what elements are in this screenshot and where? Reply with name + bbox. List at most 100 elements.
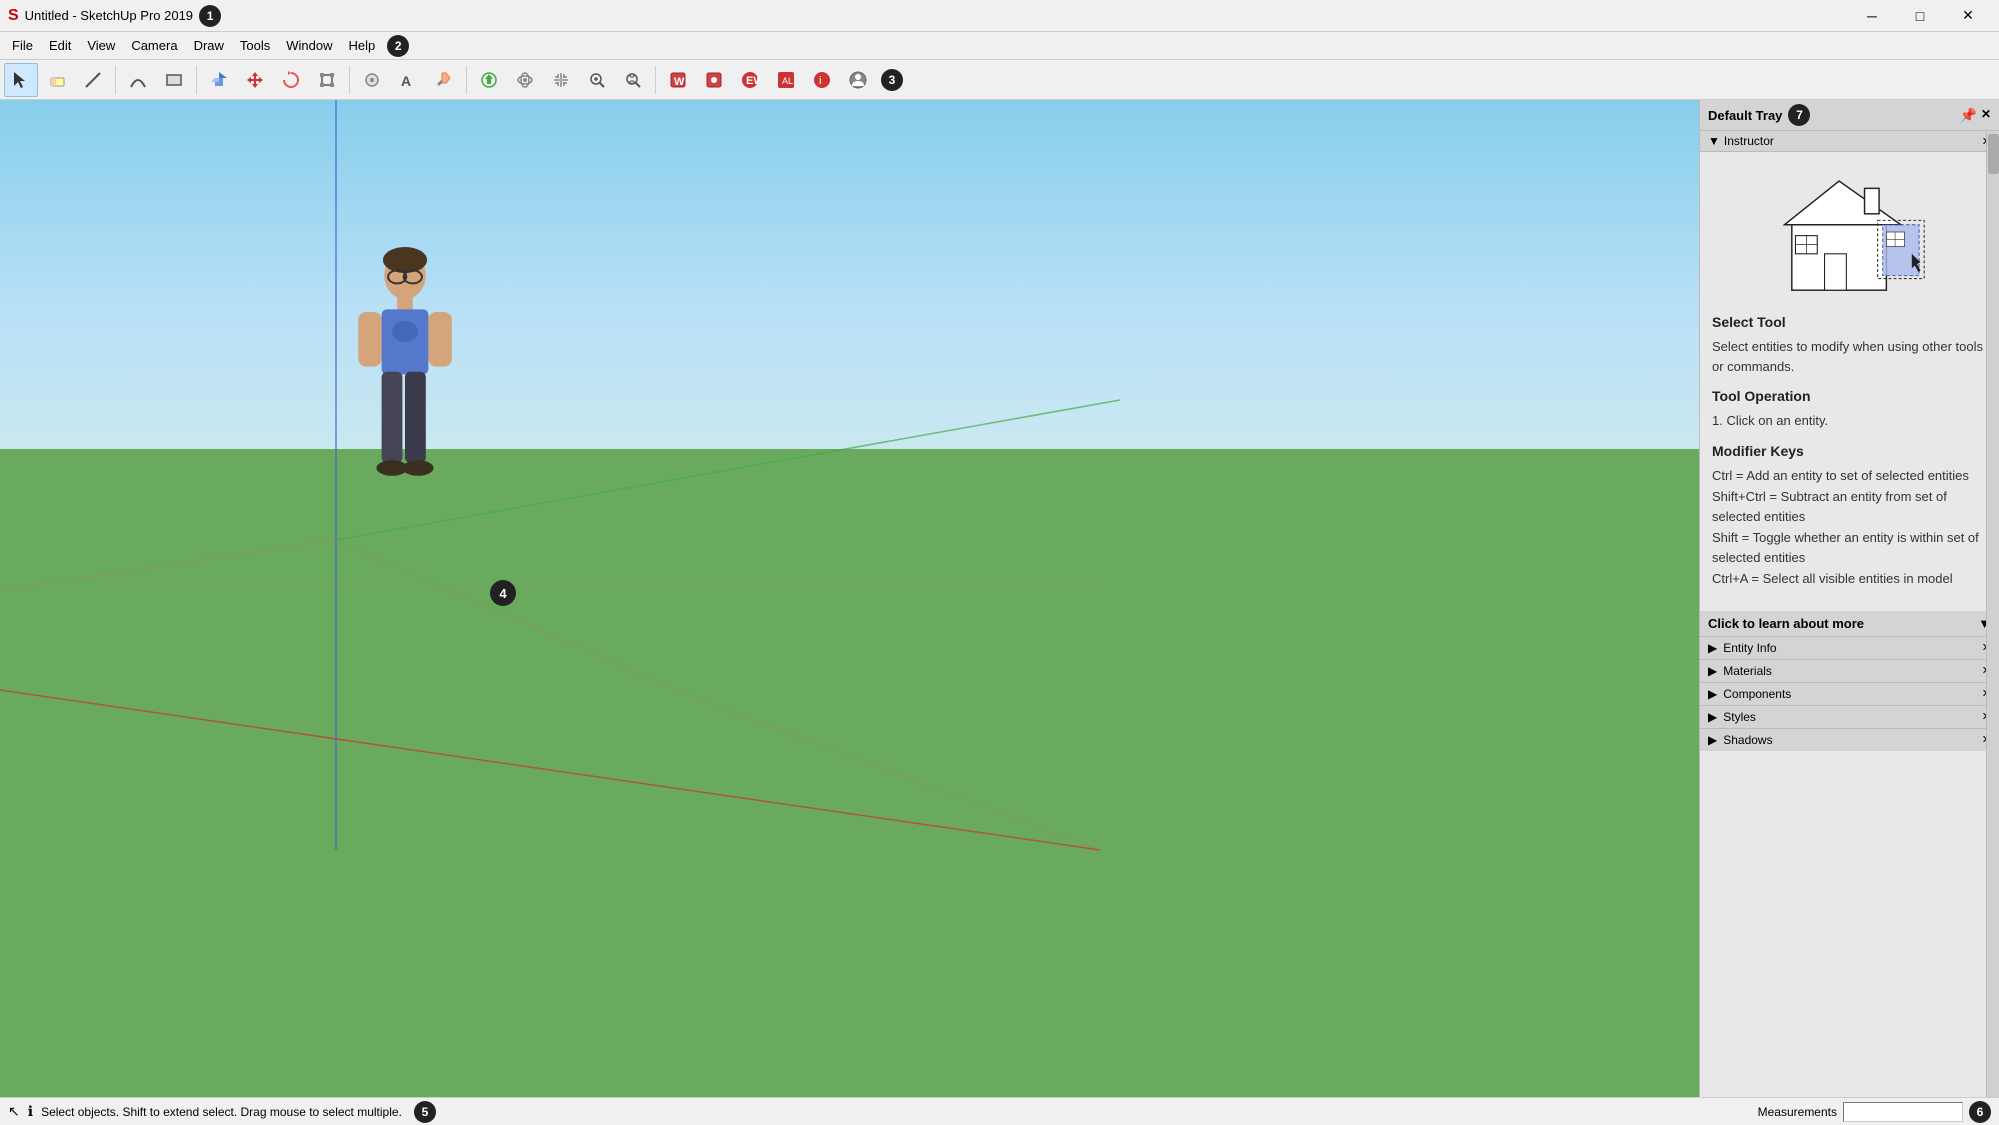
components-arrow: ▶: [1708, 687, 1717, 701]
measurements-input[interactable]: [1843, 1102, 1963, 1122]
walk-tool-button[interactable]: W: [661, 63, 695, 97]
extension-warehouse-button[interactable]: EW: [733, 63, 767, 97]
default-tray-header: Default Tray 7 📌 ✕: [1700, 100, 1999, 131]
sky: [0, 100, 1699, 449]
model-info-button[interactable]: i: [805, 63, 839, 97]
instructor-collapse-icon[interactable]: ▼: [1708, 134, 1720, 148]
select-tool-image: [1712, 162, 1987, 302]
arc-tool-button[interactable]: [121, 63, 155, 97]
menu-help[interactable]: Help: [341, 36, 384, 55]
select-tool-button[interactable]: [4, 63, 38, 97]
orbit-tool-button[interactable]: [508, 63, 542, 97]
pushpull-tool-button[interactable]: [202, 63, 236, 97]
add-location-button[interactable]: AL: [769, 63, 803, 97]
entity-info-label: Entity Info: [1723, 641, 1776, 655]
close-button[interactable]: ✕: [1945, 0, 1991, 32]
toolbar-separator-4: [466, 66, 467, 94]
zoom-tool-button[interactable]: [580, 63, 614, 97]
menu-view[interactable]: View: [79, 36, 123, 55]
svg-text:AL: AL: [782, 76, 793, 86]
titlebar-left: S Untitled - SketchUp Pro 2019 1: [8, 5, 221, 27]
statusbar: ↖ ℹ Select objects. Shift to extend sele…: [0, 1097, 1999, 1125]
menu-file[interactable]: File: [4, 36, 41, 55]
toolbar-separator-5: [655, 66, 656, 94]
default-tray-label: Default Tray: [1708, 108, 1782, 123]
text-tool-button[interactable]: A: [391, 63, 425, 97]
eraser-tool-button[interactable]: [40, 63, 74, 97]
tray-close-icon[interactable]: ✕: [1981, 107, 1991, 124]
profile-button[interactable]: [841, 63, 875, 97]
shape-tool-button[interactable]: [157, 63, 191, 97]
styles-arrow: ▶: [1708, 710, 1717, 724]
paint-tool-button[interactable]: [427, 63, 461, 97]
tool-operation-title: Tool Operation: [1712, 386, 1987, 407]
maximize-button[interactable]: □: [1897, 0, 1943, 32]
tool-operation-step: 1. Click on an entity.: [1712, 411, 1987, 431]
instructor-label: Instructor: [1724, 134, 1774, 148]
menu-edit[interactable]: Edit: [41, 36, 79, 55]
styles-label: Styles: [1723, 710, 1756, 724]
shadows-left: ▶ Shadows: [1708, 733, 1773, 747]
move-tool-button[interactable]: [238, 63, 272, 97]
components-section[interactable]: ▶ Components ✕: [1700, 682, 1999, 705]
pan-tool-button[interactable]: [544, 63, 578, 97]
ground: [0, 449, 1699, 1097]
scrollbar-thumb[interactable]: [1988, 134, 1999, 174]
click-to-learn-button[interactable]: Click to learn about more ▼: [1700, 611, 1999, 636]
modifier-key-1: Ctrl = Add an entity to set of selected …: [1712, 466, 1987, 486]
menu-camera[interactable]: Camera: [123, 36, 185, 55]
shadows-label: Shadows: [1723, 733, 1772, 747]
entity-info-arrow: ▶: [1708, 641, 1717, 655]
rotate-tool-button[interactable]: [274, 63, 308, 97]
shadows-arrow: ▶: [1708, 733, 1717, 747]
components-tool-button[interactable]: [472, 63, 506, 97]
camera-tool-button[interactable]: [697, 63, 731, 97]
modifier-key-4: Ctrl+A = Select all visible entities in …: [1712, 569, 1987, 589]
select-tool-title: Select Tool: [1712, 312, 1987, 333]
entity-info-section[interactable]: ▶ Entity Info ✕: [1700, 636, 1999, 659]
zoom-extents-button[interactable]: [616, 63, 650, 97]
svg-text:i: i: [819, 75, 821, 87]
toolbar-separator-3: [349, 66, 350, 94]
styles-left: ▶ Styles: [1708, 710, 1756, 724]
badge-1: 1: [199, 5, 221, 27]
materials-arrow: ▶: [1708, 664, 1717, 678]
materials-left: ▶ Materials: [1708, 664, 1772, 678]
components-label: Components: [1723, 687, 1791, 701]
main-area: 4 Default Tray 7 📌 ✕ ▼ Instructor ✕: [0, 100, 1999, 1097]
shadows-section[interactable]: ▶ Shadows ✕: [1700, 728, 1999, 751]
toolbar-separator-1: [115, 66, 116, 94]
status-info-icon: ℹ: [28, 1103, 33, 1120]
status-select-icon: ↖: [8, 1103, 20, 1120]
viewport[interactable]: 4: [0, 100, 1699, 1097]
statusbar-right: Measurements 6: [1758, 1101, 1991, 1123]
measurements-label: Measurements: [1758, 1105, 1837, 1119]
svg-text:EW: EW: [746, 75, 760, 87]
modifier-keys-title: Modifier Keys: [1712, 441, 1987, 462]
badge-2: 2: [387, 35, 409, 57]
toolbar-separator-2: [196, 66, 197, 94]
line-tool-button[interactable]: [76, 63, 110, 97]
menu-window[interactable]: Window: [278, 36, 340, 55]
instructor-header: ▼ Instructor ✕: [1700, 131, 1999, 152]
panel-scrollbar[interactable]: [1986, 132, 1999, 1097]
badge-5: 5: [414, 1101, 436, 1123]
tape-tool-button[interactable]: [355, 63, 389, 97]
menu-draw[interactable]: Draw: [186, 36, 232, 55]
titlebar-controls: ─ □ ✕: [1849, 0, 1991, 32]
app-icon: S: [8, 7, 19, 25]
click-to-learn-label: Click to learn about more: [1708, 616, 1864, 631]
svg-text:W: W: [674, 76, 685, 88]
modifier-key-2: Shift+Ctrl = Subtract an entity from set…: [1712, 487, 1987, 526]
menu-tools[interactable]: Tools: [232, 36, 278, 55]
toolbar: A W EW AL i 3: [0, 60, 1999, 100]
styles-section[interactable]: ▶ Styles ✕: [1700, 705, 1999, 728]
app-title: Untitled - SketchUp Pro 2019: [25, 8, 193, 23]
entity-info-left: ▶ Entity Info: [1708, 641, 1777, 655]
minimize-button[interactable]: ─: [1849, 0, 1895, 32]
badge-3: 3: [881, 69, 903, 91]
tray-pin-icon[interactable]: 📌: [1960, 107, 1977, 124]
scale-tool-button[interactable]: [310, 63, 344, 97]
badge-7: 7: [1788, 104, 1810, 126]
materials-section[interactable]: ▶ Materials ✕: [1700, 659, 1999, 682]
